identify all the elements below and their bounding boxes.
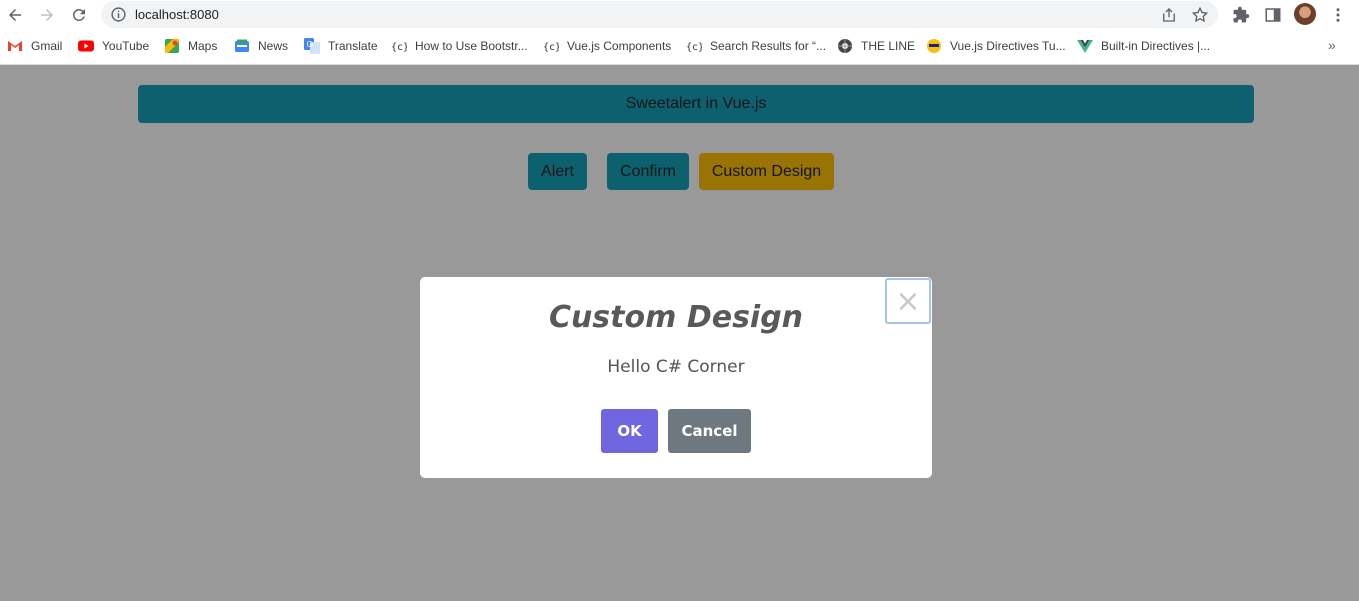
news-icon <box>235 39 249 52</box>
bookmark-label: Vue.js Components <box>567 39 672 53</box>
puzzle-icon <box>1233 6 1250 23</box>
address-bar[interactable]: localhost:8080 <box>101 1 1218 28</box>
side-panel-icon <box>1265 8 1281 22</box>
gmail-icon <box>8 41 22 51</box>
svg-text:{c}: {c} <box>686 42 702 53</box>
the-line-icon <box>838 39 852 53</box>
bookmark-label: Vue.js Directives Tu... <box>950 39 1066 53</box>
vue-icon <box>1077 40 1093 53</box>
bookmark-label: How to Use Bootstr... <box>415 39 528 53</box>
bookmark-maps[interactable]: Maps <box>164 38 217 54</box>
bookmark-youtube[interactable]: YouTube <box>78 38 149 54</box>
address-url[interactable]: localhost:8080 <box>135 7 219 22</box>
bookmark-news[interactable]: News <box>234 38 288 54</box>
modal-message: Hello C# Corner <box>607 357 745 377</box>
browser-toolbar: localhost:8080 <box>0 0 1359 30</box>
sweetalert-modal: × Custom Design Hello C# Corner OK Cance… <box>420 277 932 478</box>
maps-icon <box>165 39 179 53</box>
forward-arrow-icon <box>41 9 53 21</box>
csharp-corner-icon: {c} <box>391 42 407 53</box>
modal-ok-button[interactable]: OK <box>601 409 658 453</box>
more-bookmarks-button[interactable]: » <box>1328 37 1336 53</box>
svg-text:{c}: {c} <box>391 42 407 53</box>
csharp-corner-icon: {c} <box>543 42 559 53</box>
bookmark-gmail[interactable]: Gmail <box>7 38 62 54</box>
bookmark-built-in-directives[interactable]: Built-in Directives |... <box>1077 38 1210 54</box>
bookmark-label: Built-in Directives |... <box>1101 39 1211 53</box>
youtube-icon <box>78 40 94 52</box>
csharp-corner-icon: {c} <box>686 42 702 53</box>
bookmark-label: YouTube <box>102 39 150 53</box>
bookmark-how-to-use-bootstrap[interactable]: {c} How to Use Bootstr... <box>391 38 528 54</box>
reload-button[interactable] <box>67 3 91 27</box>
browser-menu-button[interactable] <box>1328 5 1348 25</box>
modal-title: Custom Design <box>548 300 804 335</box>
bookmark-translate[interactable]: G Translate <box>304 38 378 54</box>
bookmark-label: Translate <box>328 39 378 53</box>
back-button[interactable] <box>3 3 27 27</box>
extensions-button[interactable] <box>1231 5 1251 25</box>
side-panel-button[interactable] <box>1263 5 1283 25</box>
modal-cancel-button[interactable]: Cancel <box>668 409 751 453</box>
share-icon[interactable] <box>1160 6 1178 24</box>
bookmark-vuejs-directives[interactable]: Vue.js Directives Tu... <box>926 38 1066 54</box>
site-icon <box>927 39 941 53</box>
bookmarks-bar: Gmail YouTube Maps News G Translate {c} … <box>0 32 1359 60</box>
translate-icon: G <box>304 38 320 54</box>
profile-avatar[interactable] <box>1294 3 1316 25</box>
svg-text:G: G <box>307 40 313 49</box>
bookmark-vuejs-components[interactable]: {c} Vue.js Components <box>543 38 671 54</box>
bookmark-search-results[interactable]: {c} Search Results for “... <box>686 38 826 54</box>
bookmark-label: News <box>258 39 289 53</box>
forward-button[interactable] <box>35 3 59 27</box>
bookmark-label: THE LINE <box>861 39 916 53</box>
bookmark-the-line[interactable]: THE LINE <box>837 38 915 54</box>
kebab-menu-icon <box>1336 8 1340 22</box>
reload-icon <box>73 9 85 21</box>
bookmark-star-icon[interactable] <box>1191 6 1209 24</box>
site-info-icon[interactable] <box>110 6 127 23</box>
svg-text:{c}: {c} <box>543 42 559 53</box>
bookmark-label: Search Results for “... <box>710 39 827 53</box>
back-arrow-icon <box>9 9 21 21</box>
bookmark-label: Maps <box>188 39 218 53</box>
bookmark-label: Gmail <box>31 39 63 53</box>
